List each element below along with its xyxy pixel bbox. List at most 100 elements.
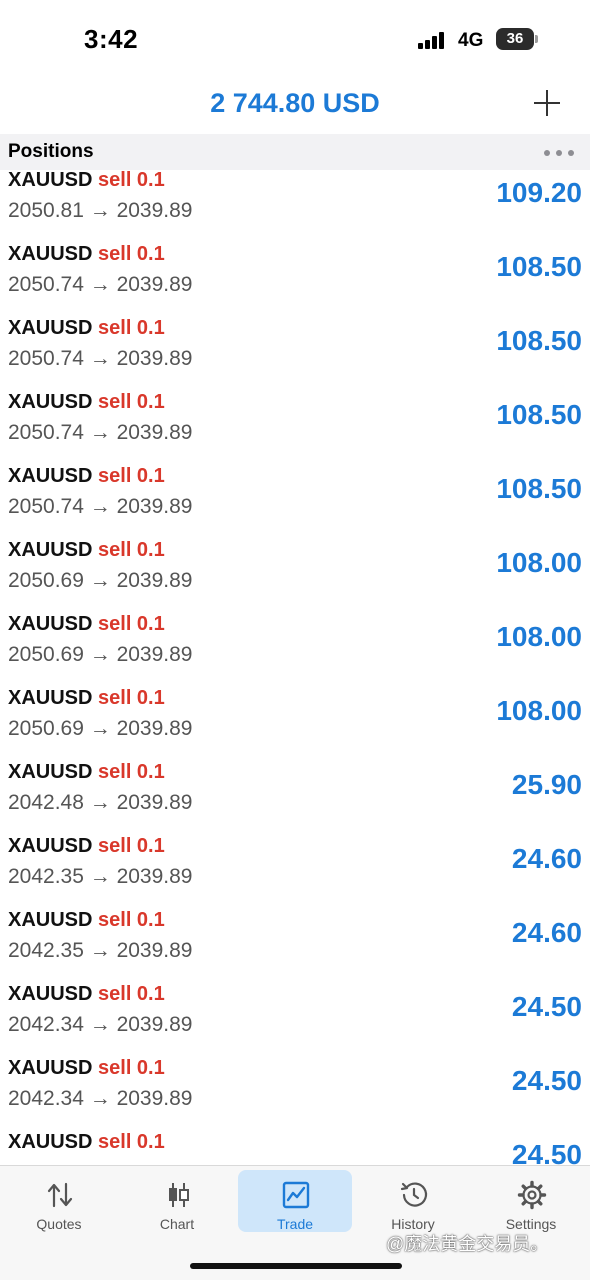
position-profit: 108.00 [496,621,582,652]
candlestick-icon [169,1183,189,1207]
home-indicator[interactable] [190,1263,402,1269]
position-side: sell 0.1 [98,1057,165,1079]
positions-list: XAUUSD sell 0.1 2050.81 → 2039.89 109.20 XA… [0,170,590,1165]
position-side: sell 0.1 [98,317,165,339]
header: 2 744.80 USD [0,80,590,134]
position-prices: 2050.74 → 2039.89 [8,347,193,370]
tab-chart[interactable]: Chart [120,1170,234,1232]
section-title: Positions [8,141,94,162]
position-profit: 24.60 [511,917,582,948]
position-profit: 108.00 [496,695,582,726]
position-title: XAUUSD sell 0.1 [8,1131,165,1154]
trade-chart-icon [282,1181,310,1209]
position-prices: 2042.48 → 2039.89 [8,791,193,814]
position-symbol: XAUUSD [8,1131,93,1153]
tab-label: Quotes [36,1216,82,1232]
account-balance: 2 744.80 USD [210,88,380,118]
position-symbol: XAUUSD [8,243,93,265]
position-row[interactable]: XAUUSD sell 0.1 2050.74 → 2039.89 108.50 [0,243,590,318]
position-side: sell 0.1 [98,761,165,783]
position-profit: 25.90 [511,769,582,800]
position-prices: 2042.35 → 2039.89 [8,939,193,962]
position-title: XAUUSD sell 0.1 [8,613,165,636]
positions-header: Positions [0,134,590,170]
position-symbol: XAUUSD [8,761,93,783]
gear-icon [517,1180,547,1210]
history-clock-icon [400,1182,428,1207]
position-symbol: XAUUSD [8,613,93,635]
position-row[interactable]: XAUUSD sell 0.1 2042.34 → 2039.89 24.50 [0,1057,590,1132]
tab-settings[interactable]: Settings [474,1170,588,1232]
position-side: sell 0.1 [98,983,165,1005]
position-title: XAUUSD sell 0.1 [8,465,165,488]
more-options-icon[interactable] [544,150,574,156]
position-symbol: XAUUSD [8,391,93,413]
position-profit: 108.50 [496,473,582,504]
position-profit: 109.20 [496,177,582,208]
position-prices: 2050.74 → 2039.89 [8,495,193,518]
position-profit: 24.60 [511,843,582,874]
status-time: 3:42 [84,24,139,54]
position-prices: 2050.74 → 2039.89 [8,421,193,444]
position-profit: 24.50 [511,1065,582,1096]
position-prices: 2042.35 → 2039.89 [8,865,193,888]
position-profit: 108.00 [496,547,582,578]
position-title: XAUUSD sell 0.1 [8,835,165,858]
position-symbol: XAUUSD [8,1057,93,1079]
watermark: @魔法黄金交易员。 [386,1234,549,1254]
position-prices: 2050.81 → 2039.89 [8,199,193,222]
signal-icon [418,31,450,49]
position-title: XAUUSD sell 0.1 [8,317,165,340]
network-type: 4G [458,30,484,51]
tab-label: Chart [159,1216,195,1232]
position-symbol: XAUUSD [8,539,93,561]
position-row[interactable]: XAUUSD sell 0.1 2042.34 → 2039.89 24.50 [0,983,590,1058]
position-row[interactable]: XAUUSD sell 0.1 2050.74 → 2039.89 108.50 [0,465,590,540]
position-row[interactable]: XAUUSD sell 0.1 2050.74 → 2039.89 108.50 [0,317,590,392]
position-title: XAUUSD sell 0.1 [8,243,165,266]
position-prices: 2050.69 → 2039.89 [8,569,193,592]
tab-label: Trade [276,1216,314,1232]
position-row[interactable]: XAUUSD sell 0.1 24.50 [0,1131,590,1165]
position-symbol: XAUUSD [8,687,93,709]
position-row[interactable]: XAUUSD sell 0.1 2050.69 → 2039.89 108.00 [0,539,590,614]
position-prices: 2050.74 → 2039.89 [8,273,193,296]
position-side: sell 0.1 [98,835,165,857]
position-title: XAUUSD sell 0.1 [8,687,165,710]
position-symbol: XAUUSD [8,170,93,191]
position-side: sell 0.1 [98,909,165,931]
add-icon[interactable] [534,90,560,116]
position-title: XAUUSD sell 0.1 [8,391,165,414]
position-row[interactable]: XAUUSD sell 0.1 2050.81 → 2039.89 109.20 [0,170,590,244]
position-row[interactable]: XAUUSD sell 0.1 2050.69 → 2039.89 108.00 [0,613,590,688]
position-prices: 2050.69 → 2039.89 [8,643,193,666]
position-prices: 2042.34 → 2039.89 [8,1087,193,1110]
position-title: XAUUSD sell 0.1 [8,983,165,1006]
position-title: XAUUSD sell 0.1 [8,539,165,562]
tab-history[interactable]: History [356,1170,470,1232]
position-profit: 24.50 [511,1139,582,1165]
position-title: XAUUSD sell 0.1 [8,1057,165,1080]
position-side: sell 0.1 [98,170,165,191]
position-row[interactable]: XAUUSD sell 0.1 2042.35 → 2039.89 24.60 [0,835,590,910]
position-title: XAUUSD sell 0.1 [8,909,165,932]
quotes-arrows-icon [47,1182,73,1208]
tab-trade[interactable]: Trade [238,1170,352,1232]
position-row[interactable]: XAUUSD sell 0.1 2042.35 → 2039.89 24.60 [0,909,590,984]
position-side: sell 0.1 [98,687,165,709]
position-symbol: XAUUSD [8,465,93,487]
position-profit: 108.50 [496,251,582,282]
position-row[interactable]: XAUUSD sell 0.1 2050.69 → 2039.89 108.00 [0,687,590,762]
status-bar: 3:42 4G 36 [0,0,590,80]
position-side: sell 0.1 [98,391,165,413]
position-profit: 24.50 [511,991,582,1022]
position-row[interactable]: XAUUSD sell 0.1 2042.48 → 2039.89 25.90 [0,761,590,836]
position-prices: 2042.34 → 2039.89 [8,1013,193,1036]
position-title: XAUUSD sell 0.1 [8,170,165,192]
position-symbol: XAUUSD [8,983,93,1005]
tab-quotes[interactable]: Quotes [2,1170,116,1232]
position-row[interactable]: XAUUSD sell 0.1 2050.74 → 2039.89 108.50 [0,391,590,466]
position-profit: 108.50 [496,399,582,430]
battery-tip [535,35,538,43]
position-profit: 108.50 [496,325,582,356]
